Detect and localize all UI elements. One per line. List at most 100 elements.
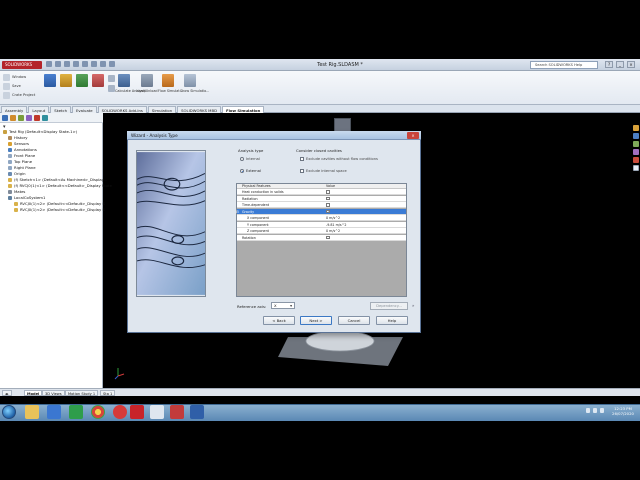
dependency-button[interactable]: Dependency...	[370, 302, 408, 310]
flow-simulation-label[interactable]: Flow Simulat...	[158, 89, 183, 93]
window-icon[interactable]	[3, 74, 10, 81]
flow-analysis-tree-icon[interactable]	[42, 115, 48, 121]
expand-icon[interactable]: »	[412, 303, 414, 308]
save-icon[interactable]	[64, 61, 70, 67]
tab-motion-study[interactable]: Motion Study 1	[65, 390, 99, 396]
network-icon[interactable]	[586, 408, 590, 413]
feature-checkbox[interactable]	[326, 190, 330, 194]
tab-simulation[interactable]: Simulation	[147, 106, 177, 113]
tab-sketch[interactable]: Sketch	[50, 106, 72, 113]
exclude-internal-checkbox[interactable]	[300, 169, 304, 173]
exclude-cavities-checkbox[interactable]	[300, 157, 304, 161]
select-icon[interactable]	[91, 61, 97, 67]
tab-model[interactable]: Model	[24, 390, 43, 396]
custom-properties-icon[interactable]	[633, 165, 639, 171]
ribbon-create-project-label[interactable]: Crate Project	[12, 93, 35, 97]
help-search-input[interactable]: Search SOLIDWORKS Help	[530, 61, 598, 69]
grid-row[interactable]: Gravity ✓ ⊟	[236, 208, 406, 215]
ribbon-save-label[interactable]: Save	[12, 84, 21, 88]
file-explorer-taskbar-icon[interactable]	[25, 405, 39, 419]
tab-addins[interactable]: SOLIDWORKS Add-Ins	[97, 106, 147, 113]
goal-icon[interactable]	[108, 75, 115, 82]
word-taskbar-icon[interactable]	[47, 405, 61, 419]
project-icon[interactable]	[3, 92, 10, 99]
property-manager-icon[interactable]	[10, 115, 16, 121]
feature-value[interactable]: -9.81 m/s^2	[326, 222, 346, 228]
calculate-analysis-icon[interactable]	[118, 74, 130, 87]
flag-icon[interactable]	[600, 408, 604, 413]
grid-row[interactable]: Z component 0 m/s^2	[237, 228, 406, 234]
open-icon[interactable]	[55, 61, 61, 67]
grid-row[interactable]: Radiation	[237, 195, 406, 202]
wizard-icon[interactable]	[44, 74, 56, 87]
feature-checkbox[interactable]	[326, 196, 330, 201]
tree-item-pattern-2[interactable]: RVCJ0(1)<2> (Default<<Default>_Display S	[14, 207, 105, 213]
grid-row[interactable]: Time-dependent	[237, 202, 406, 208]
options-icon[interactable]	[109, 61, 115, 67]
new-icon[interactable]	[46, 61, 52, 67]
load-unload-icon[interactable]	[141, 74, 153, 87]
ribbon-window-label[interactable]: Window	[12, 75, 26, 79]
exclude-cavities-label[interactable]: Exclude cavities without flow conditions	[306, 157, 378, 161]
calculate-analysis-label[interactable]: Calculate Analysis	[115, 89, 146, 93]
print-icon[interactable]	[73, 61, 79, 67]
close-window-button[interactable]: ×	[627, 61, 635, 68]
internal-label[interactable]: Internal	[246, 157, 260, 161]
rebuild-icon[interactable]	[100, 61, 106, 67]
help-button[interactable]: Help	[376, 316, 408, 325]
feature-checkbox[interactable]: ✓	[326, 209, 330, 214]
start-button[interactable]	[2, 405, 16, 419]
volume-icon[interactable]	[593, 408, 597, 413]
reference-axis-select[interactable]: X ▾	[271, 302, 295, 309]
save-ribbon-icon[interactable]	[3, 83, 10, 90]
tab-assembly[interactable]: Assembly	[1, 106, 28, 113]
exclude-internal-label[interactable]: Exclude internal space	[306, 169, 347, 173]
excel-taskbar-icon[interactable]	[69, 405, 83, 419]
dialog-close-button[interactable]: ×	[407, 132, 419, 139]
tab-study[interactable]: Sta 1	[100, 390, 116, 396]
nav-arrows-icon[interactable]: ◂▸	[2, 390, 12, 396]
grid-row[interactable]: Rotation	[237, 234, 406, 241]
display-manager-icon[interactable]	[34, 115, 40, 121]
tab-3d-views[interactable]: 3D Views	[42, 390, 65, 396]
app-taskbar-icon[interactable]	[190, 405, 204, 419]
mesh-icon[interactable]	[108, 85, 115, 92]
feature-value[interactable]: 0 m/s^2	[326, 228, 340, 234]
grid-row[interactable]: X component 0 m/s^2	[237, 215, 406, 221]
configuration-manager-icon[interactable]	[18, 115, 24, 121]
feature-checkbox[interactable]	[326, 235, 330, 240]
file-explorer-icon[interactable]	[633, 141, 639, 147]
computational-domain-icon[interactable]	[76, 74, 88, 87]
collapse-icon[interactable]: ⊟	[236, 209, 239, 215]
design-library-icon[interactable]	[633, 133, 639, 139]
cancel-button[interactable]: Cancel	[338, 316, 370, 325]
internal-radio[interactable]	[240, 157, 244, 161]
external-label[interactable]: External	[246, 169, 261, 173]
tab-evaluate[interactable]: Evaluate	[72, 106, 97, 113]
flow-sim-taskbar-icon[interactable]	[170, 405, 184, 419]
feature-tree-icon[interactable]	[2, 115, 8, 121]
feature-checkbox[interactable]	[326, 203, 330, 207]
view-palette-icon[interactable]	[633, 149, 639, 155]
paint-taskbar-icon[interactable]	[150, 405, 164, 419]
clock[interactable]: 12:23 PM 26/07/2020	[608, 406, 638, 416]
tab-layout[interactable]: Layout	[28, 106, 50, 113]
tab-flow-simulation[interactable]: Flow Simulation	[222, 106, 265, 113]
help-icon[interactable]: ?	[605, 61, 613, 68]
minimize-button[interactable]: _	[616, 61, 624, 68]
boundary-condition-icon[interactable]	[92, 74, 104, 87]
flow-simulation-icon[interactable]	[162, 74, 174, 87]
show-simulation-icon[interactable]	[184, 74, 196, 87]
chrome-taskbar-icon[interactable]	[91, 405, 105, 419]
next-button[interactable]: Next >	[300, 316, 332, 325]
back-button[interactable]: < Back	[263, 316, 295, 325]
resources-icon[interactable]	[633, 125, 639, 131]
show-simulation-label[interactable]: Show Simulatio...	[180, 89, 209, 93]
appearances-icon[interactable]	[633, 157, 639, 163]
undo-icon[interactable]	[82, 61, 88, 67]
solidworks-taskbar-icon[interactable]	[130, 405, 144, 419]
tab-mbd[interactable]: SOLIDWORKS MBD	[177, 106, 221, 113]
itunes-taskbar-icon[interactable]	[113, 405, 127, 419]
external-radio[interactable]	[240, 169, 244, 173]
general-settings-icon[interactable]	[60, 74, 72, 87]
